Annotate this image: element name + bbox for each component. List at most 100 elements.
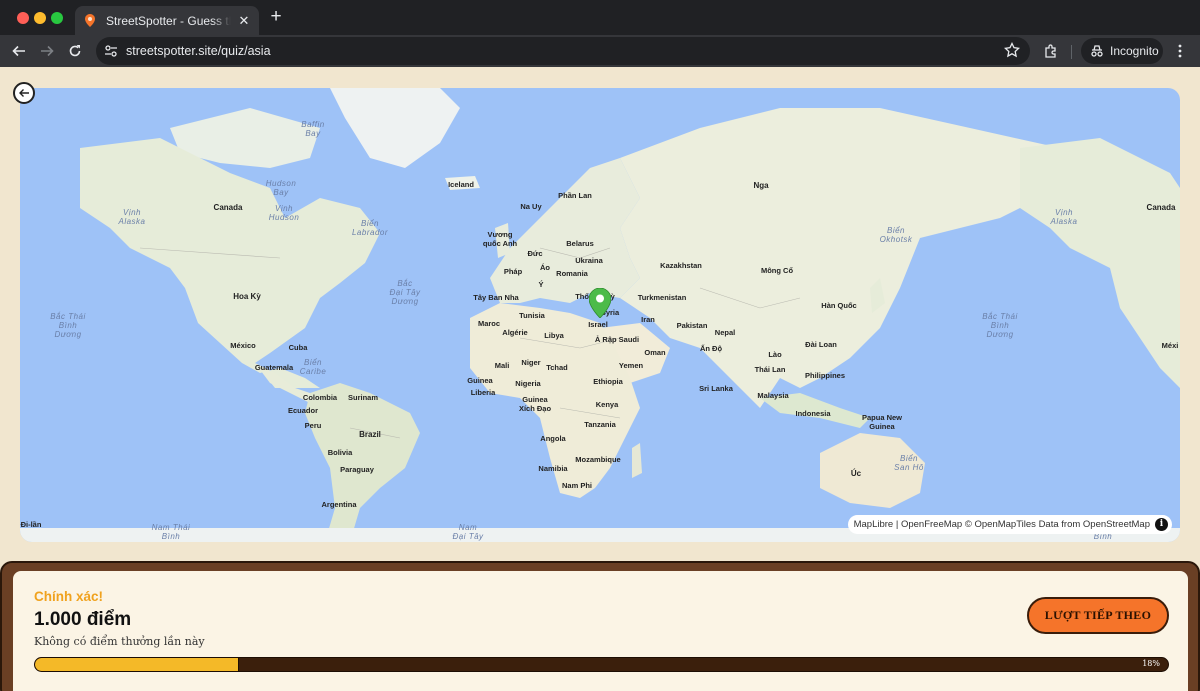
map-label-country: Iceland (448, 180, 474, 189)
back-arrow-icon[interactable] (9, 41, 29, 61)
incognito-icon (1090, 44, 1104, 58)
madagascar-landmass (632, 443, 642, 478)
map-label-country: Angola (540, 434, 566, 443)
attribution-separator: | (893, 519, 901, 530)
maplibre-link[interactable]: MapLibre (854, 519, 894, 530)
map-label-country: Tunisia (519, 311, 545, 320)
map-label-sea: Vịnh Alaska (1050, 208, 1078, 226)
map-label-sea: Vịnh Alaska (118, 208, 146, 226)
streetspotter-favicon-icon (83, 14, 97, 28)
map-label-country: Tanzania (584, 420, 616, 429)
browser-tab-bar: StreetSpotter - Guess the street ✕ + (0, 0, 1200, 35)
map-label-country: Algérie (502, 328, 528, 337)
world-map[interactable]: Baffin Bay Hudson Bay Vịnh Hudson Vịnh Alask… (20, 88, 1180, 542)
map-label-country: Pháp (503, 267, 523, 276)
map-label-country: Pakistan (676, 321, 708, 330)
location-marker-icon[interactable] (588, 287, 612, 319)
map-label-country: Đức (527, 249, 543, 258)
map-label-country: Colombia (302, 393, 338, 402)
map-label-country: Bolivia (327, 448, 353, 457)
map-label-country: Canada (1146, 203, 1176, 212)
address-bar[interactable]: streetspotter.site/quiz/asia (96, 37, 1030, 65)
map-label-country: Kazakhstan (660, 261, 702, 270)
map-label-country: Vương quốc Anh (482, 230, 518, 248)
map-label-country: México (230, 341, 256, 350)
close-window-button[interactable] (17, 12, 29, 24)
map-label-country: Belarus (566, 239, 594, 248)
forward-arrow-icon[interactable] (37, 41, 57, 61)
back-button[interactable] (13, 82, 35, 104)
map-label-country: Đài Loan (805, 340, 837, 349)
attribution-data-text: Data from (1038, 519, 1083, 530)
browser-toolbar: streetspotter.site/quiz/asia Incognito (0, 35, 1200, 67)
map-label-country: Oman (644, 348, 666, 357)
map-label-country: Mali (494, 361, 510, 370)
map-label-country: Israel (588, 320, 608, 329)
map-label-country: Nga (753, 181, 769, 190)
extensions-puzzle-icon[interactable] (1043, 43, 1059, 59)
map-label-country: Đi-lần (20, 520, 42, 529)
next-round-button[interactable]: LƯỢT TIẾP THEO (1027, 597, 1169, 634)
map-label-sea: Baffin Bay (301, 120, 325, 138)
new-tab-button[interactable]: + (267, 7, 285, 27)
result-card: Chính xác! 1.000 điểm Không có điểm thưở… (13, 571, 1188, 691)
info-icon[interactable]: i (1155, 518, 1168, 531)
map-label-country: Maroc (477, 319, 501, 328)
map-label-country: Guinea Xích Đạo (518, 395, 552, 413)
map-label-sea: Biển Labrador (351, 219, 389, 237)
map-label-country: Peru (304, 421, 322, 430)
map-label-country: Yemen (618, 361, 644, 370)
map-label-country: Lào (768, 350, 782, 359)
map-label-country: Ả Rập Saudi (594, 335, 640, 344)
progress-fill (35, 658, 239, 671)
tab-title: StreetSpotter - Guess the street (106, 13, 231, 28)
map-label-country: Guatemala (254, 363, 294, 372)
map-label-country: Mozambique (575, 455, 621, 464)
map-label-country: Papua New Guinea (861, 413, 903, 431)
map-label-country: Na Uy (520, 202, 542, 211)
back-arrow-icon (19, 89, 29, 97)
map-label-country: Namibia (538, 464, 568, 473)
map-label-country: Thái Lan (754, 365, 786, 374)
maximize-window-button[interactable] (51, 12, 63, 24)
bookmark-star-icon[interactable] (1003, 41, 1021, 58)
browser-menu-icon[interactable] (1172, 43, 1188, 59)
map-label-country: Liberia (470, 388, 496, 397)
openstreetmap-link[interactable]: OpenStreetMap (1083, 519, 1150, 530)
map-label-country: Libya (544, 331, 564, 340)
map-label-country: Sri Lanka (699, 384, 733, 393)
map-label-country: Brazil (359, 430, 381, 439)
map-label-country: Nepal (714, 328, 736, 337)
progress-bar: 18% (34, 657, 1169, 672)
verdict-text: Chính xác! (34, 589, 104, 604)
points-text: 1.000 điểm (34, 609, 132, 630)
map-label-country: Úc (850, 469, 862, 478)
map-label-sea: Bắc Thái Bình Dương (50, 312, 86, 339)
map-label-country: Iran (641, 315, 655, 324)
map-label-country: Argentina (321, 500, 357, 509)
minimize-window-button[interactable] (34, 12, 46, 24)
reload-icon[interactable] (65, 41, 85, 61)
openmaptiles-link[interactable]: © OpenMapTiles (962, 519, 1038, 530)
map-label-country: Ấn Độ (699, 344, 723, 353)
toolbar-divider (1071, 45, 1072, 59)
map-label-country: Paraguay (340, 465, 374, 474)
site-info-icon[interactable] (104, 44, 118, 58)
north-america-landmass (80, 138, 380, 388)
openfreemap-link[interactable]: OpenFreeMap (901, 519, 962, 530)
close-tab-icon[interactable]: ✕ (237, 13, 251, 29)
map-label-country: Áo (540, 263, 550, 272)
map-label-country: Méxi (1161, 341, 1179, 350)
browser-tab[interactable]: StreetSpotter - Guess the street ✕ (75, 6, 259, 35)
map-label-country: Romania (556, 269, 588, 278)
map-label-sea: Biển Caribe (299, 358, 327, 376)
map-label-country: Surinam (347, 393, 379, 402)
greenland-landmass (330, 88, 460, 168)
south-america-landmass (305, 383, 420, 542)
map-label-sea: Bắc Thái Bình Dương (982, 312, 1018, 339)
map-label-sea: Nam Đại Tây (452, 523, 484, 541)
incognito-badge[interactable]: Incognito (1081, 38, 1163, 64)
url-text: streetspotter.site/quiz/asia (126, 44, 271, 58)
map-label-country: Nam Phi (561, 481, 593, 490)
map-label-country: Malaysia (757, 391, 789, 400)
